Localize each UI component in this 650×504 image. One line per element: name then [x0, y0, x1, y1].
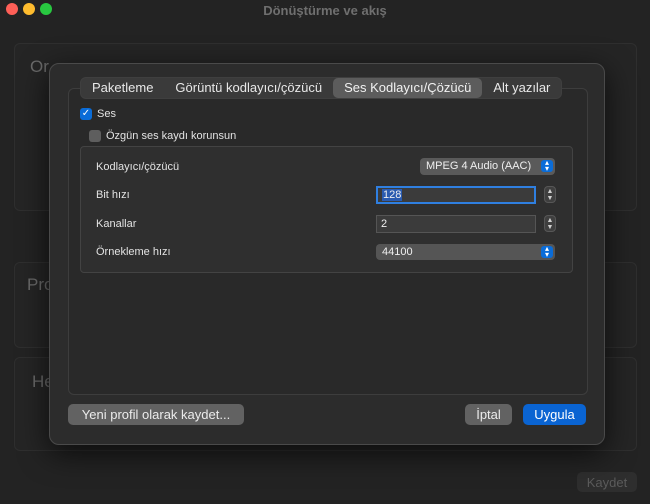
- channels-value: 2: [381, 218, 388, 230]
- tab-bar: Paketleme Görüntü kodlayıcı/çözücü Ses K…: [80, 77, 563, 99]
- window-title: Dönüştürme ve akış: [263, 2, 387, 18]
- save-as-new-profile-button[interactable]: Yeni profil olarak kaydet...: [68, 404, 244, 425]
- channels-input[interactable]: 2: [376, 215, 536, 233]
- samplerate-label: Örnekleme hızı: [96, 246, 171, 258]
- audio-enable-row[interactable]: ✓ Ses: [80, 108, 116, 120]
- tab-audio-codec[interactable]: Ses Kodlayıcı/Çözücü: [333, 78, 483, 98]
- channels-stepper[interactable]: ▲ ▼: [544, 215, 556, 232]
- samplerate-select[interactable]: 44100 ▴ ▾: [376, 244, 555, 260]
- title-bar: Dönüştürme ve akış: [0, 0, 650, 20]
- audio-enable-checkbox[interactable]: ✓: [80, 108, 92, 120]
- samplerate-value: 44100: [382, 246, 413, 258]
- apply-button[interactable]: Uygula: [523, 404, 586, 425]
- keep-original-label: Özgün ses kaydı korunsun: [106, 130, 237, 142]
- codec-select[interactable]: MPEG 4 Audio (AAC) ▴ ▾: [420, 158, 555, 175]
- background-save-button: Kaydet: [577, 472, 637, 492]
- audio-enable-label: Ses: [97, 108, 116, 120]
- keep-original-checkbox[interactable]: [89, 130, 101, 142]
- bitrate-stepper[interactable]: ▲ ▼: [544, 186, 556, 203]
- tab-video-codec[interactable]: Görüntü kodlayıcı/çözücü: [164, 78, 333, 98]
- zoom-window-button[interactable]: [40, 3, 52, 15]
- window-controls: [6, 3, 52, 15]
- chevron-updown-icon: ▴ ▾: [541, 245, 553, 259]
- background-section-label: Or: [30, 57, 49, 76]
- close-window-button[interactable]: [6, 3, 18, 15]
- cancel-button[interactable]: İptal: [465, 404, 512, 425]
- channels-label: Kanallar: [96, 218, 137, 230]
- minimize-window-button[interactable]: [23, 3, 35, 15]
- bitrate-value: 128: [382, 189, 403, 201]
- keep-original-row[interactable]: Özgün ses kaydı korunsun: [89, 130, 236, 142]
- tab-encapsulation[interactable]: Paketleme: [81, 78, 164, 98]
- bitrate-label: Bit hızı: [96, 189, 130, 201]
- bitrate-input[interactable]: 128: [376, 186, 536, 204]
- codec-value: MPEG 4 Audio (AAC): [426, 160, 532, 172]
- codec-label: Kodlayıcı/çözücü: [96, 161, 180, 173]
- tab-subtitles[interactable]: Alt yazılar: [482, 78, 561, 98]
- chevron-updown-icon: ▴ ▾: [541, 159, 553, 173]
